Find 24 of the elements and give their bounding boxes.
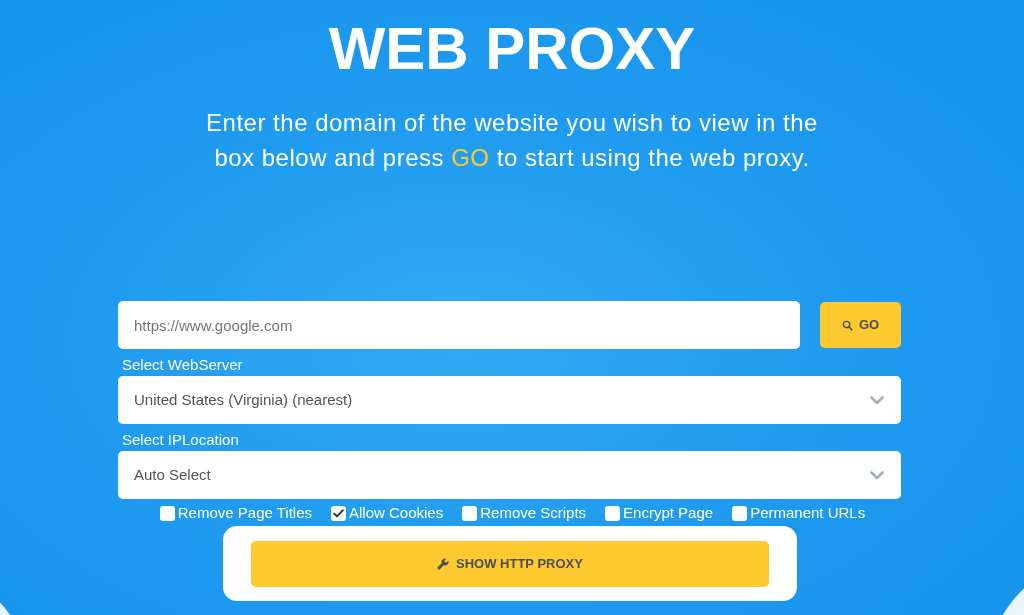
show-http-proxy-button[interactable]: SHOW HTTP PROXY <box>251 541 769 587</box>
chevron-down-icon <box>870 395 884 405</box>
instruction-text: Enter the domain of the website you wish to view in the box below and press GO to start using the web proxy. <box>205 108 819 173</box>
select-label: Select IPLocation <box>122 430 240 450</box>
checkbox[interactable] <box>732 505 748 521</box>
page-title: WEB PROXY <box>328 14 696 84</box>
checkbox-label[interactable]: Permanent URLs <box>750 503 866 523</box>
chevron-down-icon <box>870 470 884 480</box>
url-input[interactable]: https://www.google.com <box>118 301 800 349</box>
checkbox-label[interactable]: Encrypt Page <box>623 503 714 523</box>
checkbox-label[interactable]: Remove Page Titles <box>177 503 312 523</box>
checkbox[interactable] <box>605 505 621 521</box>
checkbox-label[interactable]: Remove Scripts <box>480 503 587 523</box>
dropdown-select[interactable]: Auto Select <box>118 451 901 499</box>
search-icon <box>841 319 853 331</box>
go-button[interactable]: GO <box>820 302 901 348</box>
checkbox-label[interactable]: Allow Cookies <box>349 503 444 523</box>
wrench-icon <box>437 558 450 570</box>
checkmark-icon <box>333 508 344 518</box>
checkbox[interactable] <box>159 505 175 521</box>
select-label: Select WebServer <box>122 355 244 375</box>
dropdown-select[interactable]: United States (Virginia) (nearest) <box>118 376 901 424</box>
checkbox[interactable] <box>462 505 478 521</box>
checkbox[interactable] <box>331 505 346 521</box>
